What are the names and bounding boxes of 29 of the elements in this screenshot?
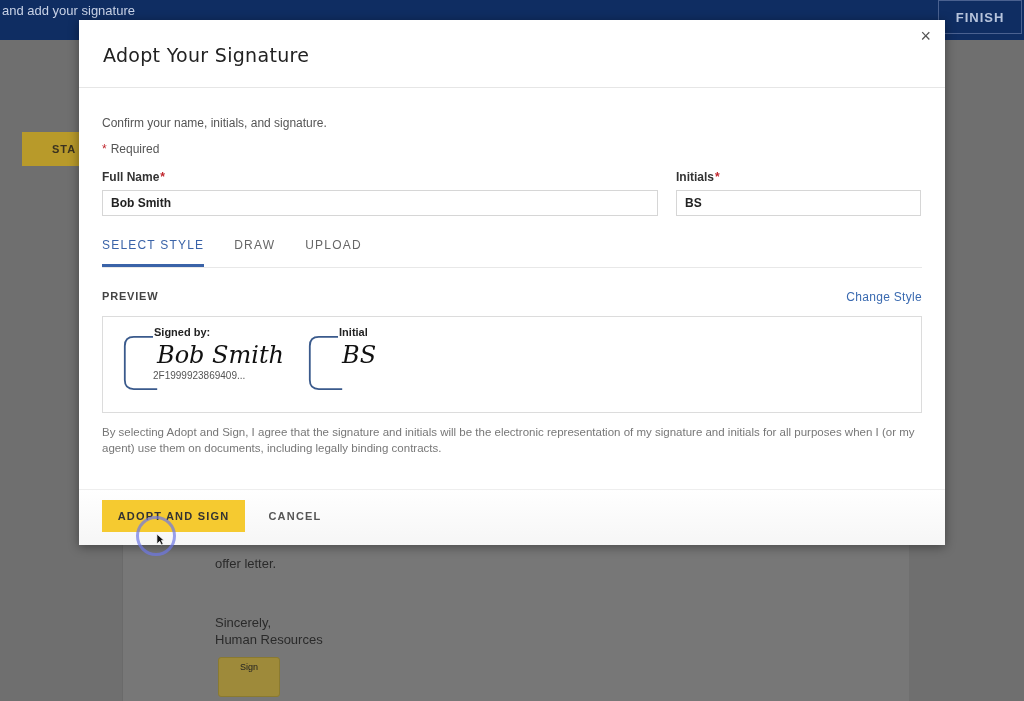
change-style-link[interactable]: Change Style [846,290,922,304]
finish-button[interactable]: FINISH [938,0,1022,34]
letter-text: offer letter. [215,556,277,571]
text-field[interactable]: Bob Smith [102,190,658,216]
disclaimer-text: By selecting Adopt and Sign, I agree that the signature and initials will be the electronic representation of my signature and initials for all purposes when I (or my agent) use them on documents, including legally binding contracts. [102,425,916,456]
required-note: Required [110,142,160,156]
cursor-icon [156,533,165,546]
field-label: Full Name [102,170,160,184]
required-mark: * [102,142,107,156]
signature-text: Bob Smith [157,342,285,369]
tab[interactable]: SELECT STYLE [102,232,205,267]
initials-text: BS [342,342,378,369]
required-mark: * [715,170,720,184]
close-button[interactable]: × [916,26,935,47]
instruction-text: and add your signature [1,3,135,18]
cancel-button[interactable]: CANCEL [255,500,335,532]
tab[interactable]: UPLOAD [305,232,362,267]
dialog-title: Adopt Your Signature [103,44,310,66]
letter-text: Sincerely, [215,615,272,630]
preview-label: PREVIEW [102,290,159,304]
letter-text: Human Resources [215,632,323,647]
required-mark: * [160,170,166,184]
text-field[interactable]: BS [676,190,921,216]
tab[interactable]: DRAW [234,232,276,267]
field-label: Initials [676,170,714,184]
adopt-button[interactable]: ADOPT AND SIGN [102,500,245,532]
sign-button[interactable]: Sign [218,657,280,697]
intro-text: Confirm your name, initials, and signature. [102,116,328,130]
start-button[interactable]: STA [22,132,79,166]
